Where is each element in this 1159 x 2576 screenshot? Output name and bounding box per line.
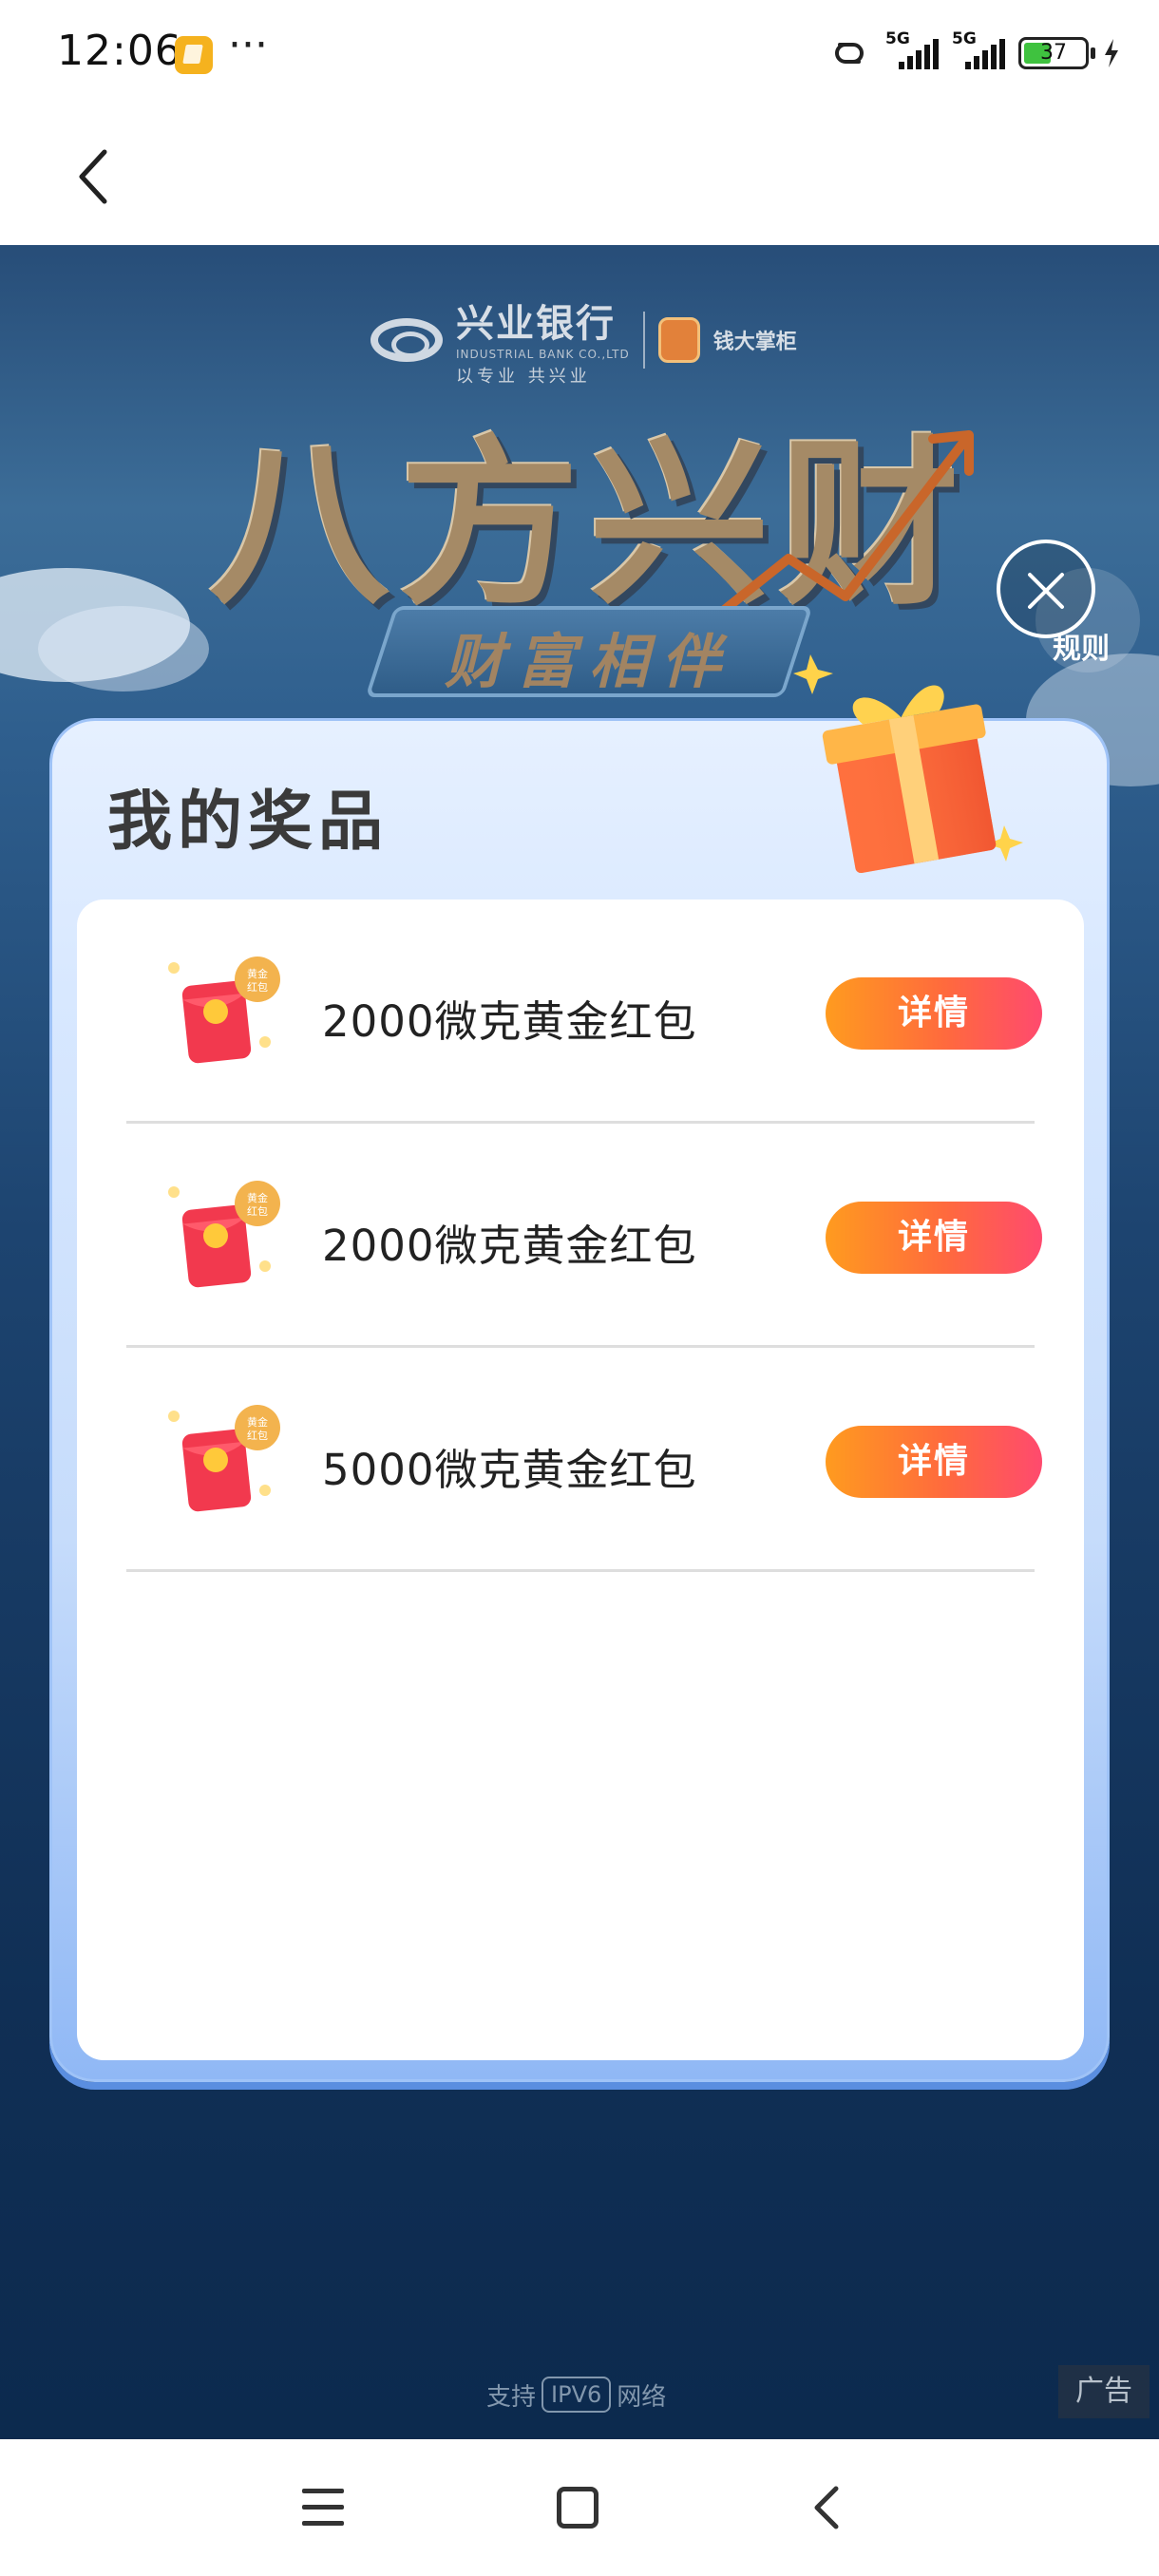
network-support-note: 支持 IPV6 网络 [486,2377,666,2413]
detail-button[interactable]: 详情 [826,1202,1042,1274]
battery-icon: 37 [1018,37,1095,69]
ipv6-badge: IPV6 [542,2377,612,2413]
app-logo-icon [657,317,700,363]
signal-strength-icon-1: 5G [885,29,939,69]
menu-icon[interactable] [302,2489,344,2527]
red-packet-icon: 黄金 红包 [168,1405,280,1512]
more-notifications-icon: ··· [228,21,268,69]
svg-text:红包: 红包 [247,1205,268,1218]
detail-button[interactable]: 详情 [826,977,1042,1050]
status-icons: 5G 5G 37 [826,28,1121,78]
prize-name: 2000微克黄金红包 [322,1221,697,1271]
red-packet-icon: 黄金 红包 [168,1181,280,1288]
detail-button[interactable]: 详情 [826,1426,1042,1498]
battery-level: 37 [1040,41,1067,65]
red-packet-icon: 黄金 红包 [168,957,280,1064]
ad-tag: 广告 [1058,2365,1150,2418]
status-bar: 12:06 ··· 5G 5G 37 [0,0,1159,104]
campaign-subtitle: 财富相伴 [444,627,733,696]
prize-list: 黄金 红包 2000微克黄金红包 详情 黄金 红包 2000微克黄金红包 详情 … [77,900,1084,2060]
notification-app-icon [175,36,213,74]
svg-text:黄金: 黄金 [247,1415,268,1429]
svg-text:红包: 红包 [247,981,268,994]
prize-dialog: 我的奖品 黄金 红包 2000微克黄金红包 详情 黄金 红包 2000微克黄金红… [49,654,1110,2082]
close-icon[interactable] [997,540,1095,638]
bank-english-name: INDUSTRIAL BANK CO.,LTD [456,348,630,361]
signal-strength-icon-2: 5G [952,29,1005,69]
dialog-title: 我的奖品 [107,785,390,860]
svg-text:黄金: 黄金 [247,967,268,980]
support-label: 支持 [486,2382,537,2412]
back-arrow-icon[interactable] [66,139,124,215]
charging-icon [1105,39,1118,67]
network-label: 网络 [617,2382,667,2412]
bank-logo-icon [370,318,443,362]
page: 12:06 ··· 5G 5G 37 兴业银行 INDUSTRIAL BANK … [0,0,1159,2576]
prize-item: 黄金 红包 2000微克黄金红包 详情 [126,1124,1042,1348]
top-nav [0,104,1159,245]
gift-box-icon [793,654,1023,874]
svg-text:黄金: 黄金 [247,1191,268,1204]
status-time: 12:06 [57,27,182,75]
svg-text:红包: 红包 [247,1430,268,1442]
system-nav-bar [0,2439,1159,2576]
prize-name: 2000微克黄金红包 [322,996,697,1047]
prize-name: 5000微克黄金红包 [322,1445,697,1495]
link-icon [835,43,864,64]
prize-item: 黄金 红包 2000微克黄金红包 详情 [126,900,1042,1124]
system-back-icon[interactable] [808,2481,846,2534]
bank-logo: 兴业银行 INDUSTRIAL BANK CO.,LTD 以专业 共兴业 钱大掌… [370,293,797,388]
prize-item: 黄金 红包 5000微克黄金红包 详情 [126,1348,1042,1572]
bank-name: 兴业银行 [456,301,616,346]
home-icon[interactable] [557,2487,598,2529]
app-name: 钱大掌柜 [712,331,797,354]
